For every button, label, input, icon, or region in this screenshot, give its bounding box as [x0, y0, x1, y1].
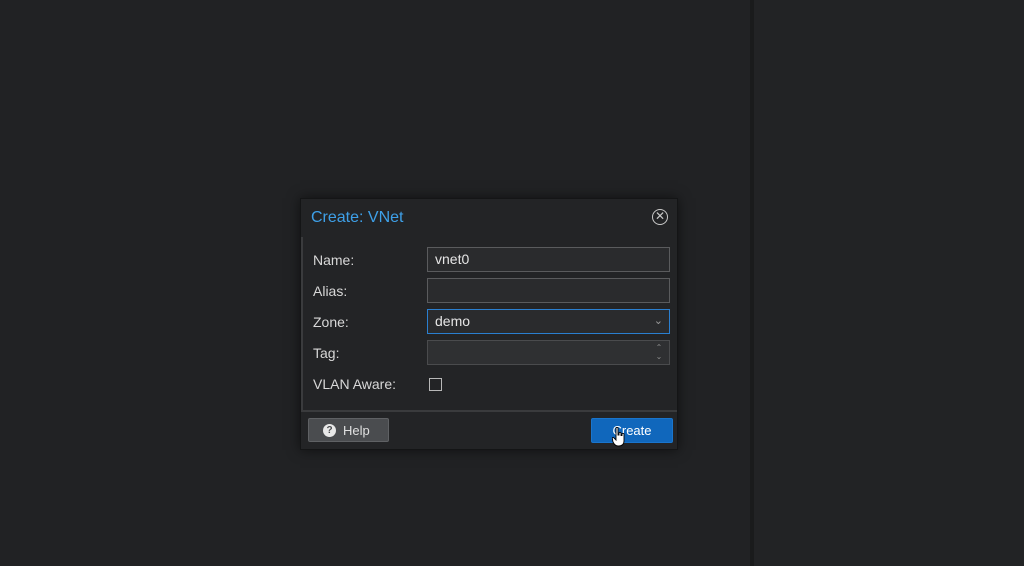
name-label: Name:	[313, 252, 355, 268]
vnet-form: Name: vnet0 Alias: Zone: demo ⌄ Tag: ⌃ ⌄ …	[301, 237, 677, 412]
tag-label: Tag:	[313, 345, 340, 361]
chevron-down-icon[interactable]: ⌄	[654, 310, 663, 333]
zone-value: demo	[435, 313, 471, 329]
zone-label: Zone:	[313, 314, 349, 330]
dialog-header: Create: VNet ✕	[301, 199, 677, 237]
create-vnet-dialog: Create: VNet ✕ Name: vnet0 Alias: Zone: …	[300, 198, 678, 450]
vlan-aware-label: VLAN Aware:	[313, 376, 397, 392]
background-right-panel	[754, 0, 1024, 566]
dialog-title: Create: VNet	[311, 209, 404, 226]
help-button[interactable]: ? Help	[308, 418, 389, 442]
zone-select[interactable]: demo ⌄	[427, 309, 670, 334]
vlan-aware-checkbox[interactable]	[429, 378, 442, 391]
alias-field[interactable]	[427, 278, 670, 303]
hand-cursor-icon	[612, 427, 625, 447]
spinner-icon[interactable]: ⌃ ⌄	[654, 343, 664, 362]
name-field[interactable]: vnet0	[427, 247, 670, 272]
tag-field[interactable]: ⌃ ⌄	[427, 340, 670, 365]
create-button[interactable]: Create	[591, 418, 673, 443]
help-button-label: Help	[343, 423, 370, 438]
close-icon[interactable]: ✕	[652, 209, 668, 225]
question-icon: ?	[323, 424, 336, 437]
alias-label: Alias:	[313, 283, 348, 299]
